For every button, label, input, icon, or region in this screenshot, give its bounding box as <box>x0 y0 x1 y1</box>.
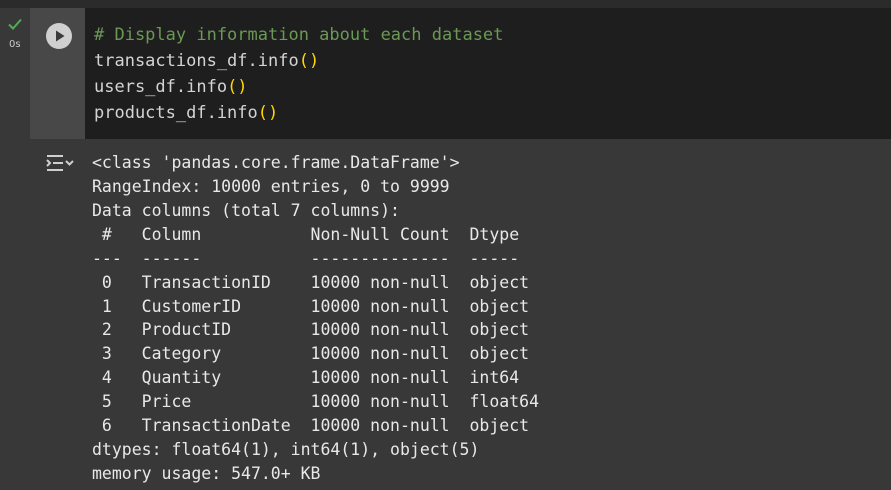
output-line: 2 ProductID 10000 non-null object <box>92 320 540 339</box>
output-line: # Column Non-Null Count Dtype <box>92 225 540 244</box>
output-line: 0 TransactionID 10000 non-null object <box>92 273 540 292</box>
output-line: memory usage: 547.0+ KB <box>92 464 321 483</box>
output-line: dtypes: float64(1), int64(1), object(5) <box>92 440 480 459</box>
output-actions-icon[interactable] <box>45 152 75 174</box>
output-line: Data columns (total 7 columns): <box>92 201 400 220</box>
code-editor[interactable]: # Display information about each dataset… <box>85 8 891 139</box>
code-comment: # Display information about each dataset <box>94 25 504 45</box>
code-line: transactions_df.info() <box>94 51 320 71</box>
output-line: 3 Category 10000 non-null object <box>92 344 540 363</box>
code-line: products_df.info() <box>94 103 279 123</box>
execution-time: 0s <box>9 39 21 50</box>
output-line: 4 Quantity 10000 non-null int64 <box>92 368 540 387</box>
play-icon[interactable] <box>45 22 73 50</box>
output-line: <class 'pandas.core.frame.DataFrame'> <box>92 153 460 172</box>
check-icon <box>8 18 22 30</box>
output-line: RangeIndex: 10000 entries, 0 to 9999 <box>92 177 450 196</box>
notebook-top-bar <box>0 0 891 8</box>
output-line: 5 Price 10000 non-null float64 <box>92 392 540 411</box>
code-line: users_df.info() <box>94 77 248 97</box>
output-line: 6 TransactionDate 10000 non-null object <box>92 416 540 435</box>
cell-gutter <box>0 8 30 490</box>
output-line: 1 CustomerID 10000 non-null object <box>92 297 540 316</box>
output-line: --- ------ -------------- ----- <box>92 249 540 268</box>
